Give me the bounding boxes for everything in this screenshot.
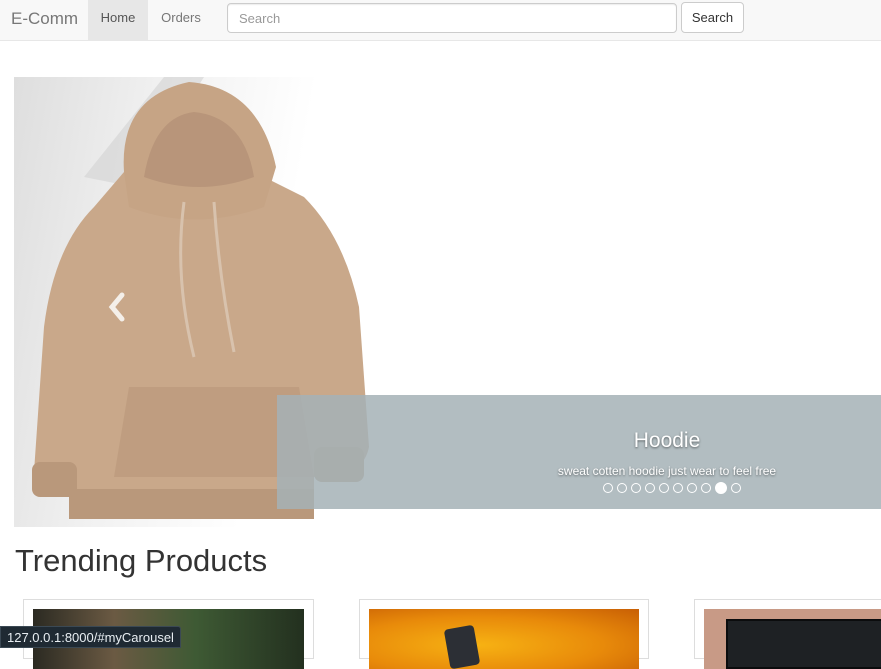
carousel-indicator-3[interactable] xyxy=(645,483,655,493)
carousel-indicators xyxy=(603,482,741,495)
trending-products-title: Trending Products xyxy=(15,543,268,578)
product-carousel: Hoodie sweat cotten hoodie just wear to … xyxy=(14,77,881,527)
product-card[interactable] xyxy=(694,599,881,669)
carousel-indicator-2[interactable] xyxy=(631,483,641,493)
brand-link[interactable]: E-Comm xyxy=(11,9,78,29)
caption-text: sweat cotten hoodie just wear to feel fr… xyxy=(557,464,777,478)
nav-home[interactable]: Home xyxy=(88,0,148,40)
search-button[interactable]: Search xyxy=(681,2,744,33)
product-image xyxy=(704,609,881,669)
phone-icon xyxy=(443,624,481,669)
carousel-indicator-0[interactable] xyxy=(603,483,613,493)
carousel-indicator-9[interactable] xyxy=(731,483,741,493)
nav-orders[interactable]: Orders xyxy=(148,0,214,40)
carousel-indicator-8[interactable] xyxy=(715,482,727,494)
carousel-indicator-5[interactable] xyxy=(673,483,683,493)
navbar: E-Comm Home Orders Search xyxy=(0,0,881,41)
carousel-indicator-7[interactable] xyxy=(701,483,711,493)
carousel-caption: Hoodie sweat cotten hoodie just wear to … xyxy=(277,395,881,509)
carousel-indicator-4[interactable] xyxy=(659,483,669,493)
caption-title: Hoodie xyxy=(633,429,701,452)
product-image xyxy=(369,609,639,669)
carousel-indicator-6[interactable] xyxy=(687,483,697,493)
carousel-prev-control[interactable] xyxy=(104,289,128,325)
search-input[interactable] xyxy=(227,3,677,33)
product-card[interactable] xyxy=(359,599,649,669)
tv-icon xyxy=(726,619,881,669)
chevron-left-icon xyxy=(108,292,125,322)
status-bar-url: 127.0.0.1:8000/#myCarousel xyxy=(0,626,181,648)
carousel-indicator-1[interactable] xyxy=(617,483,627,493)
